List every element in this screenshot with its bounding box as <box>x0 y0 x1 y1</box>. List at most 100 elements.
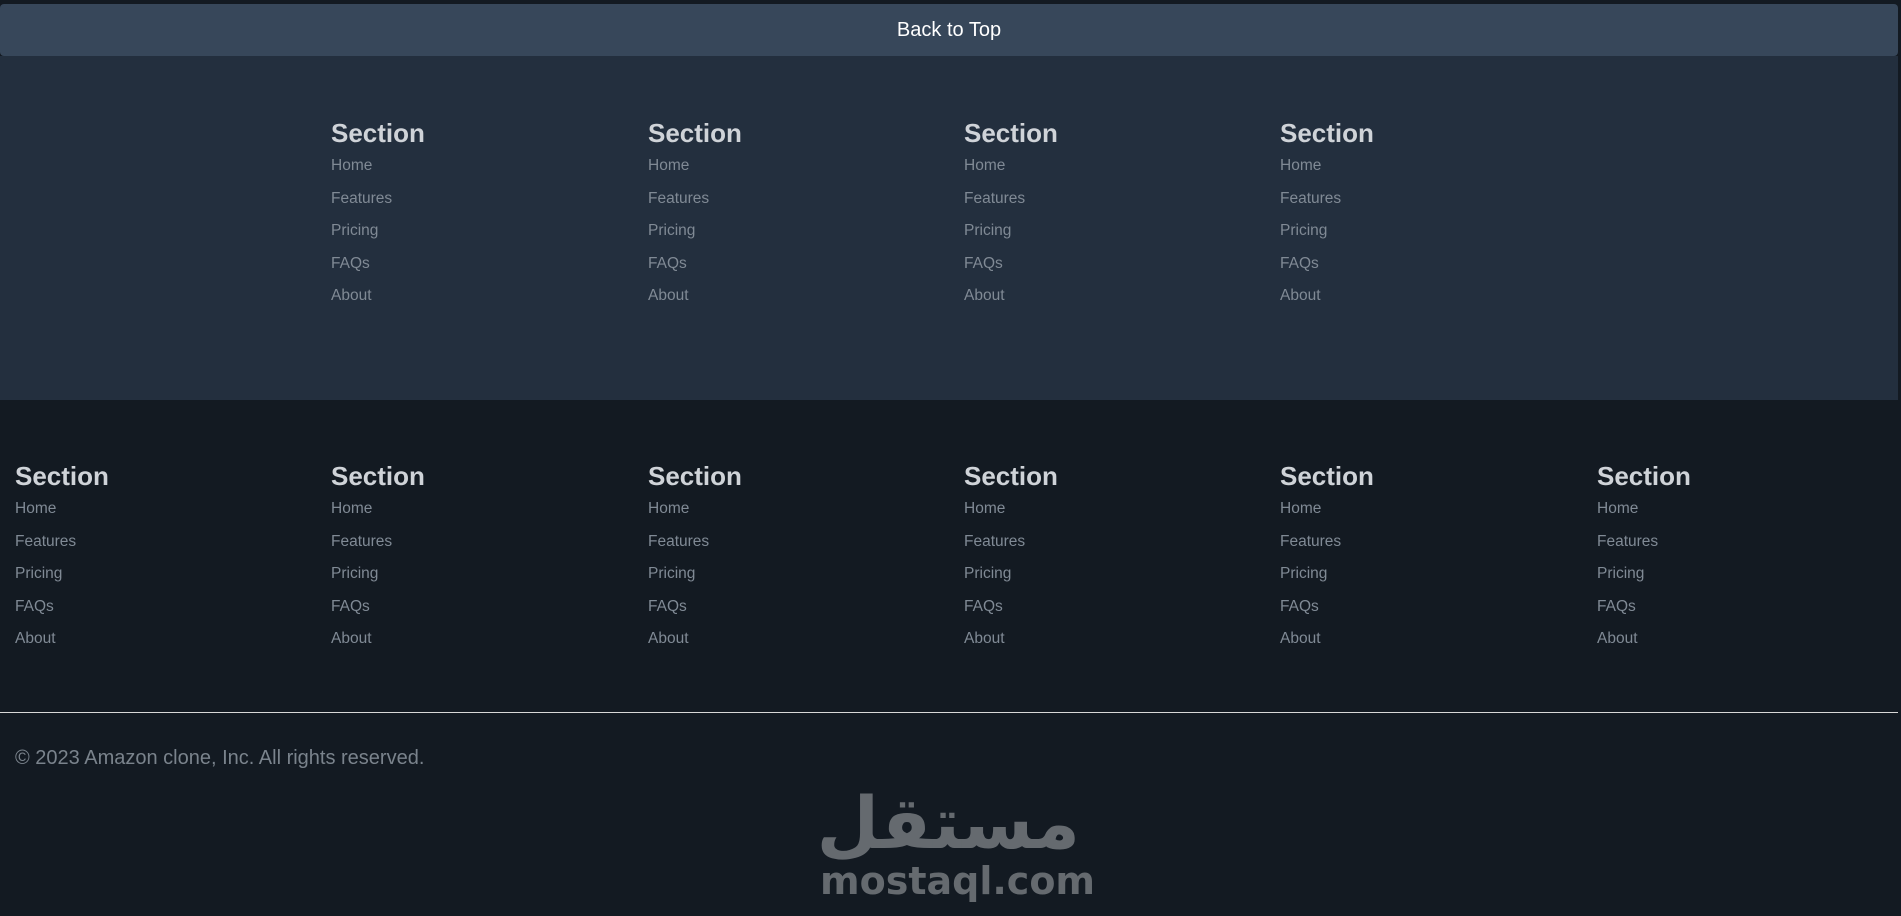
link-faqs[interactable]: FAQs <box>331 598 370 615</box>
list-item: Home <box>964 150 1244 183</box>
link-pricing[interactable]: Pricing <box>331 222 378 239</box>
link-list: Home Features Pricing FAQs About <box>964 493 1244 656</box>
list-item: Features <box>1597 526 1877 559</box>
link-list: Home Features Pricing FAQs About <box>648 150 928 313</box>
link-features[interactable]: Features <box>15 533 76 550</box>
link-features[interactable]: Features <box>648 190 709 207</box>
link-features[interactable]: Features <box>964 533 1025 550</box>
link-faqs[interactable]: FAQs <box>964 598 1003 615</box>
list-item: About <box>648 280 928 313</box>
list-item: Home <box>15 493 295 526</box>
link-features[interactable]: Features <box>648 533 709 550</box>
upper-section-3: Section Home Features Pricing FAQs About <box>964 116 1244 313</box>
link-home[interactable]: Home <box>648 500 689 517</box>
list-item: Features <box>964 526 1244 559</box>
lower-section-5: Section Home Features Pricing FAQs About <box>1280 459 1560 656</box>
link-about[interactable]: About <box>964 287 1005 304</box>
link-faqs[interactable]: FAQs <box>648 255 687 272</box>
link-home[interactable]: Home <box>1280 157 1321 174</box>
link-about[interactable]: About <box>648 630 689 647</box>
link-features[interactable]: Features <box>1280 190 1341 207</box>
link-faqs[interactable]: FAQs <box>331 255 370 272</box>
section-heading: Section <box>1280 118 1374 148</box>
list-item: Home <box>1280 493 1560 526</box>
list-item: Pricing <box>964 215 1244 248</box>
link-about[interactable]: About <box>964 630 1005 647</box>
list-item: Pricing <box>648 215 928 248</box>
back-to-top-button[interactable]: Back to Top <box>0 4 1898 56</box>
section-heading: Section <box>964 118 1058 148</box>
list-item: FAQs <box>1597 591 1877 624</box>
list-item: About <box>648 623 928 656</box>
link-pricing[interactable]: Pricing <box>648 565 695 582</box>
link-faqs[interactable]: FAQs <box>1597 598 1636 615</box>
link-pricing[interactable]: Pricing <box>1280 222 1327 239</box>
list-item: Pricing <box>331 558 611 591</box>
watermark-arabic-text: مستقل <box>816 781 1080 865</box>
link-pricing[interactable]: Pricing <box>331 565 378 582</box>
link-about[interactable]: About <box>648 287 689 304</box>
link-features[interactable]: Features <box>331 533 392 550</box>
link-pricing[interactable]: Pricing <box>1280 565 1327 582</box>
link-pricing[interactable]: Pricing <box>15 565 62 582</box>
link-faqs[interactable]: FAQs <box>1280 598 1319 615</box>
link-pricing[interactable]: Pricing <box>964 222 1011 239</box>
copyright-text: © 2023 Amazon clone, Inc. All rights res… <box>15 747 425 769</box>
list-item: Features <box>648 183 928 216</box>
link-about[interactable]: About <box>331 287 372 304</box>
link-home[interactable]: Home <box>964 500 1005 517</box>
list-item: Home <box>648 493 928 526</box>
section-heading: Section <box>15 461 109 491</box>
link-list: Home Features Pricing FAQs About <box>1280 150 1560 313</box>
list-item: FAQs <box>331 591 611 624</box>
link-faqs[interactable]: FAQs <box>648 598 687 615</box>
link-faqs[interactable]: FAQs <box>1280 255 1319 272</box>
list-item: FAQs <box>1280 248 1560 281</box>
link-about[interactable]: About <box>1280 630 1321 647</box>
link-features[interactable]: Features <box>1597 533 1658 550</box>
link-list: Home Features Pricing FAQs About <box>331 150 611 313</box>
list-item: FAQs <box>648 591 928 624</box>
list-item: FAQs <box>15 591 295 624</box>
link-pricing[interactable]: Pricing <box>1597 565 1644 582</box>
link-home[interactable]: Home <box>648 157 689 174</box>
list-item: Home <box>1597 493 1877 526</box>
footer-lower-links: Section Home Features Pricing FAQs About… <box>0 400 1898 712</box>
list-item: Features <box>964 183 1244 216</box>
link-about[interactable]: About <box>15 630 56 647</box>
list-item: Home <box>331 493 611 526</box>
link-about[interactable]: About <box>1597 630 1638 647</box>
link-features[interactable]: Features <box>964 190 1025 207</box>
link-features[interactable]: Features <box>331 190 392 207</box>
link-home[interactable]: Home <box>15 500 56 517</box>
list-item: FAQs <box>964 248 1244 281</box>
link-home[interactable]: Home <box>1280 500 1321 517</box>
link-list: Home Features Pricing FAQs About <box>648 493 928 656</box>
list-item: Pricing <box>1280 215 1560 248</box>
list-item: Home <box>331 150 611 183</box>
link-home[interactable]: Home <box>964 157 1005 174</box>
list-item: Home <box>964 493 1244 526</box>
section-heading: Section <box>648 461 742 491</box>
list-item: About <box>331 623 611 656</box>
list-item: Pricing <box>964 558 1244 591</box>
link-home[interactable]: Home <box>1597 500 1638 517</box>
link-list: Home Features Pricing FAQs About <box>1280 493 1560 656</box>
link-faqs[interactable]: FAQs <box>15 598 54 615</box>
footer-divider <box>0 712 1898 713</box>
link-about[interactable]: About <box>331 630 372 647</box>
list-item: Features <box>1280 183 1560 216</box>
link-pricing[interactable]: Pricing <box>648 222 695 239</box>
link-home[interactable]: Home <box>331 500 372 517</box>
link-faqs[interactable]: FAQs <box>964 255 1003 272</box>
list-item: FAQs <box>1280 591 1560 624</box>
link-home[interactable]: Home <box>331 157 372 174</box>
link-about[interactable]: About <box>1280 287 1321 304</box>
link-list: Home Features Pricing FAQs About <box>331 493 611 656</box>
list-item: Pricing <box>648 558 928 591</box>
link-pricing[interactable]: Pricing <box>964 565 1011 582</box>
list-item: Features <box>331 526 611 559</box>
link-features[interactable]: Features <box>1280 533 1341 550</box>
list-item: Home <box>1280 150 1560 183</box>
list-item: About <box>15 623 295 656</box>
